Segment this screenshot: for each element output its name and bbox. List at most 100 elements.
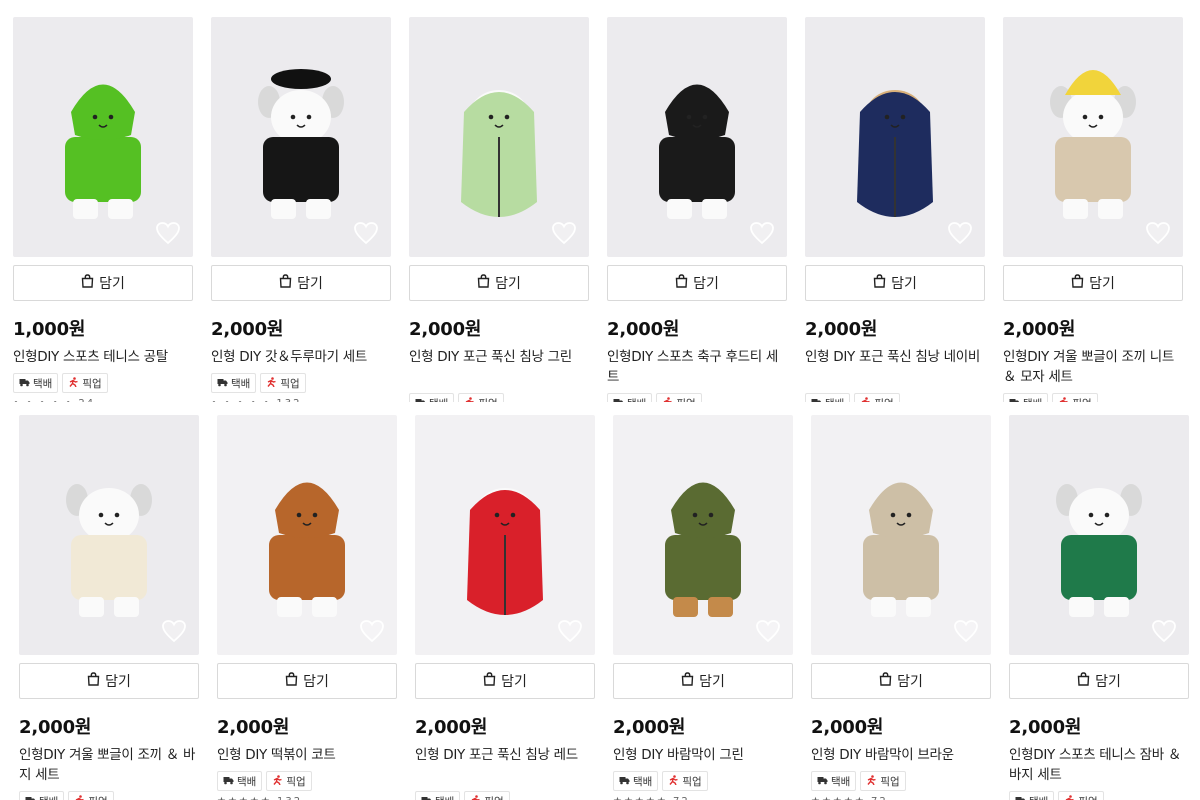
product-card[interactable]: 담기 2,000원 인형 DIY 떡볶이 코트 택배 픽업 ★★★★★ 132 (217, 415, 397, 800)
delivery-label: 택배 (831, 775, 851, 788)
product-image-wrap[interactable] (1003, 17, 1183, 257)
truck-icon (811, 397, 822, 402)
product-name[interactable]: 인형 DIY 떡볶이 코트 (217, 745, 397, 765)
product-name[interactable]: 인형 DIY 포근 푹신 침낭 레드 (415, 745, 595, 785)
product-name[interactable]: 인형DIY 스포츠 축구 후드티 세트 (607, 347, 787, 387)
delivery-label: 택배 (39, 794, 58, 800)
product-name[interactable]: 인형 DIY 포근 푹신 침낭 그린 (409, 347, 589, 387)
pickup-runner-icon (1058, 396, 1069, 402)
product-name[interactable]: 인형DIY 겨울 뽀글이 조끼 니트 ＆ 모자 세트 (1003, 347, 1183, 387)
pickup-badge: 픽업 (260, 373, 306, 393)
add-to-cart-button[interactable]: 담기 (13, 265, 193, 301)
product-image-wrap[interactable] (409, 17, 589, 257)
product-name[interactable]: 인형DIY 겨울 뽀글이 조끼 ＆ 바지 세트 (19, 745, 199, 785)
pickup-runner-icon (470, 794, 481, 800)
add-to-cart-button[interactable]: 담기 (1003, 265, 1183, 301)
pickup-label: 픽업 (880, 775, 900, 788)
shopping-bag-icon (675, 274, 688, 292)
heart-icon[interactable] (947, 221, 973, 245)
pickup-runner-icon (68, 376, 79, 390)
add-to-cart-button[interactable]: 담기 (19, 663, 199, 699)
pickup-runner-icon (668, 774, 679, 788)
shopping-bag-icon (81, 274, 94, 292)
truck-icon (619, 775, 630, 788)
product-card[interactable]: 담기 2,000원 인형 DIY 포근 푹신 침낭 레드 택배 픽업 ★★★★★… (415, 415, 595, 800)
product-image-wrap[interactable] (805, 17, 985, 257)
product-image-wrap[interactable] (13, 17, 193, 257)
truck-icon (1009, 397, 1020, 402)
product-card[interactable]: 담기 1,000원 인형DIY 스포츠 테니스 공탈 택배 픽업 • • • •… (13, 17, 193, 402)
product-card[interactable]: 담기 2,000원 인형DIY 겨울 뽀글이 조끼 니트 ＆ 모자 세트 택배 … (1003, 17, 1183, 402)
delivery-tags: 택배 픽업 (805, 393, 985, 402)
product-card[interactable]: 담기 2,000원 인형DIY 스포츠 축구 후드티 세트 택배 픽업 (607, 17, 787, 402)
product-card[interactable]: 담기 2,000원 인형 DIY 바람막이 그린 택배 픽업 ★★★★★ 72 (613, 415, 793, 800)
heart-icon[interactable] (1145, 221, 1171, 245)
delivery-tags: 택배 픽업 (13, 373, 193, 393)
product-name[interactable]: 인형 DIY 갓＆두루마기 세트 (211, 347, 391, 367)
add-to-cart-button[interactable]: 담기 (415, 663, 595, 699)
delivery-tags: 택배 픽업 (607, 393, 787, 402)
product-name[interactable]: 인형DIY 스포츠 테니스 잠바 ＆ 바지 세트 (1009, 745, 1189, 785)
delivery-label: 택배 (429, 396, 448, 403)
delivery-label: 택배 (33, 377, 53, 390)
product-image-wrap[interactable] (19, 415, 199, 655)
shopping-bag-icon (1077, 672, 1090, 690)
delivery-label: 택배 (1023, 396, 1042, 403)
truck-icon (223, 775, 234, 788)
shopping-bag-icon (681, 672, 694, 690)
pickup-runner-icon (266, 376, 277, 390)
heart-icon[interactable] (749, 221, 775, 245)
product-image-wrap[interactable] (1009, 415, 1189, 655)
product-name[interactable]: 인형DIY 스포츠 테니스 공탈 (13, 347, 193, 367)
product-image-wrap[interactable] (811, 415, 991, 655)
add-to-cart-button[interactable]: 담기 (805, 265, 985, 301)
rating-row: • • • • • 24 (13, 398, 193, 402)
product-name[interactable]: 인형 DIY 포근 푹신 침낭 네이비 (805, 347, 985, 387)
delivery-label: 택배 (435, 794, 454, 800)
heart-icon[interactable] (155, 221, 181, 245)
heart-icon[interactable] (161, 619, 187, 643)
heart-icon[interactable] (953, 619, 979, 643)
pickup-label: 픽업 (286, 775, 306, 788)
pickup-runner-icon (464, 396, 475, 402)
pickup-runner-icon (860, 396, 871, 402)
product-image-wrap[interactable] (211, 17, 391, 257)
product-name[interactable]: 인형 DIY 바람막이 그린 (613, 745, 793, 765)
rating-row: ★★★★★ 72 (811, 796, 991, 800)
pickup-runner-icon (866, 774, 877, 788)
heart-icon[interactable] (551, 221, 577, 245)
shopping-bag-icon (1071, 274, 1084, 292)
product-image-wrap[interactable] (217, 415, 397, 655)
pickup-label: 픽업 (478, 396, 497, 403)
heart-icon[interactable] (359, 619, 385, 643)
truck-icon (1015, 795, 1026, 800)
add-to-cart-button[interactable]: 담기 (211, 265, 391, 301)
product-price: 2,000원 (409, 319, 482, 340)
product-card[interactable]: 담기 2,000원 인형DIY 스포츠 테니스 잠바 ＆ 바지 세트 택배 픽업 (1009, 415, 1189, 800)
add-to-cart-button[interactable]: 담기 (1009, 663, 1189, 699)
add-to-cart-button[interactable]: 담기 (409, 265, 589, 301)
product-name[interactable]: 인형 DIY 바람막이 브라운 (811, 745, 991, 765)
pickup-badge: 픽업 (662, 771, 708, 791)
product-price: 2,000원 (613, 717, 686, 738)
product-image-wrap[interactable] (607, 17, 787, 257)
add-to-cart-button[interactable]: 담기 (811, 663, 991, 699)
product-card[interactable]: 담기 2,000원 인형 DIY 갓＆두루마기 세트 택배 픽업 • • • •… (211, 17, 391, 402)
heart-icon[interactable] (557, 619, 583, 643)
delivery-label: 택배 (231, 377, 251, 390)
product-image-wrap[interactable] (415, 415, 595, 655)
pickup-runner-icon (74, 794, 85, 800)
heart-icon[interactable] (1151, 619, 1177, 643)
add-to-cart-button[interactable]: 담기 (613, 663, 793, 699)
add-to-cart-button[interactable]: 담기 (217, 663, 397, 699)
heart-icon[interactable] (755, 619, 781, 643)
product-card[interactable]: 담기 2,000원 인형 DIY 포근 푹신 침낭 네이비 택배 픽업 (805, 17, 985, 402)
add-to-cart-button[interactable]: 담기 (607, 265, 787, 301)
heart-icon[interactable] (353, 221, 379, 245)
shopping-bag-icon (873, 274, 886, 292)
product-card[interactable]: 담기 2,000원 인형DIY 겨울 뽀글이 조끼 ＆ 바지 세트 택배 픽업 (19, 415, 199, 800)
product-card[interactable]: 담기 2,000원 인형 DIY 바람막이 브라운 택배 픽업 ★★★★★ 72 (811, 415, 991, 800)
product-image-wrap[interactable] (613, 415, 793, 655)
product-card[interactable]: 담기 2,000원 인형 DIY 포근 푹신 침낭 그린 택배 픽업 • • •… (409, 17, 589, 402)
delivery-badge: 택배 (19, 791, 65, 800)
